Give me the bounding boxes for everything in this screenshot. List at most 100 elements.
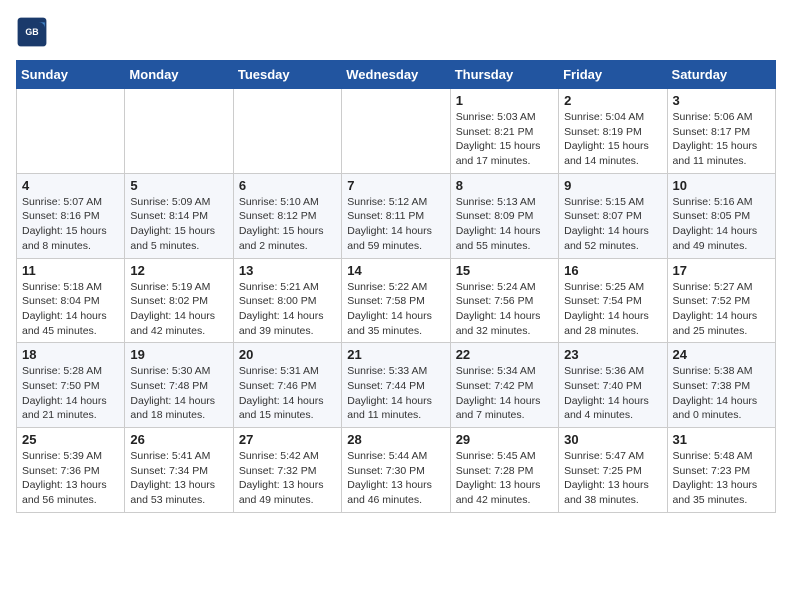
- day-info: Sunrise: 5:34 AM Sunset: 7:42 PM Dayligh…: [456, 364, 553, 423]
- weekday-header: Saturday: [667, 61, 775, 89]
- calendar-cell: 23 Sunrise: 5:36 AM Sunset: 7:40 PM Dayli…: [559, 343, 667, 428]
- day-info: Sunrise: 5:30 AM Sunset: 7:48 PM Dayligh…: [130, 364, 227, 423]
- calendar-cell: [17, 89, 125, 174]
- day-number: 24: [673, 347, 770, 362]
- day-info: Sunrise: 5:16 AM Sunset: 8:05 PM Dayligh…: [673, 195, 770, 254]
- day-number: 10: [673, 178, 770, 193]
- calendar-cell: 8 Sunrise: 5:13 AM Sunset: 8:09 PM Daylig…: [450, 173, 558, 258]
- day-info: Sunrise: 5:21 AM Sunset: 8:00 PM Dayligh…: [239, 280, 336, 339]
- day-number: 23: [564, 347, 661, 362]
- day-number: 6: [239, 178, 336, 193]
- calendar-cell: 2 Sunrise: 5:04 AM Sunset: 8:19 PM Daylig…: [559, 89, 667, 174]
- logo-icon: GB: [16, 16, 48, 48]
- day-info: Sunrise: 5:44 AM Sunset: 7:30 PM Dayligh…: [347, 449, 444, 508]
- day-number: 26: [130, 432, 227, 447]
- day-info: Sunrise: 5:19 AM Sunset: 8:02 PM Dayligh…: [130, 280, 227, 339]
- day-number: 30: [564, 432, 661, 447]
- day-info: Sunrise: 5:06 AM Sunset: 8:17 PM Dayligh…: [673, 110, 770, 169]
- day-number: 2: [564, 93, 661, 108]
- weekday-header: Sunday: [17, 61, 125, 89]
- calendar-cell: 27 Sunrise: 5:42 AM Sunset: 7:32 PM Dayli…: [233, 428, 341, 513]
- weekday-header: Thursday: [450, 61, 558, 89]
- calendar-cell: 12 Sunrise: 5:19 AM Sunset: 8:02 PM Dayli…: [125, 258, 233, 343]
- day-info: Sunrise: 5:48 AM Sunset: 7:23 PM Dayligh…: [673, 449, 770, 508]
- day-info: Sunrise: 5:45 AM Sunset: 7:28 PM Dayligh…: [456, 449, 553, 508]
- calendar-cell: 15 Sunrise: 5:24 AM Sunset: 7:56 PM Dayli…: [450, 258, 558, 343]
- calendar-cell: 13 Sunrise: 5:21 AM Sunset: 8:00 PM Dayli…: [233, 258, 341, 343]
- calendar-cell: 19 Sunrise: 5:30 AM Sunset: 7:48 PM Dayli…: [125, 343, 233, 428]
- calendar-cell: 9Sunrise: 5:15 AM Sunset: 8:07 PM Daylig…: [559, 173, 667, 258]
- day-info: Sunrise: 5:33 AM Sunset: 7:44 PM Dayligh…: [347, 364, 444, 423]
- day-number: 5: [130, 178, 227, 193]
- calendar-cell: 7 Sunrise: 5:12 AM Sunset: 8:11 PM Daylig…: [342, 173, 450, 258]
- calendar-cell: [342, 89, 450, 174]
- calendar-cell: 28 Sunrise: 5:44 AM Sunset: 7:30 PM Dayli…: [342, 428, 450, 513]
- weekday-header: Wednesday: [342, 61, 450, 89]
- day-info: Sunrise: 5:13 AM Sunset: 8:09 PM Dayligh…: [456, 195, 553, 254]
- day-info: Sunrise: 5:12 AM Sunset: 8:11 PM Dayligh…: [347, 195, 444, 254]
- calendar-cell: 20 Sunrise: 5:31 AM Sunset: 7:46 PM Dayli…: [233, 343, 341, 428]
- day-info: Sunrise: 5:28 AM Sunset: 7:50 PM Dayligh…: [22, 364, 119, 423]
- day-info: Sunrise: 5:38 AM Sunset: 7:38 PM Dayligh…: [673, 364, 770, 423]
- svg-text:GB: GB: [25, 27, 38, 37]
- day-number: 18: [22, 347, 119, 362]
- calendar-cell: 25 Sunrise: 5:39 AM Sunset: 7:36 PM Dayli…: [17, 428, 125, 513]
- day-info: Sunrise: 5:25 AM Sunset: 7:54 PM Dayligh…: [564, 280, 661, 339]
- logo: GB: [16, 16, 52, 48]
- calendar-cell: 17Sunrise: 5:27 AM Sunset: 7:52 PM Dayli…: [667, 258, 775, 343]
- day-number: 16: [564, 263, 661, 278]
- day-info: Sunrise: 5:41 AM Sunset: 7:34 PM Dayligh…: [130, 449, 227, 508]
- day-number: 28: [347, 432, 444, 447]
- calendar-cell: 22 Sunrise: 5:34 AM Sunset: 7:42 PM Dayli…: [450, 343, 558, 428]
- day-info: Sunrise: 5:07 AM Sunset: 8:16 PM Dayligh…: [22, 195, 119, 254]
- day-info: Sunrise: 5:04 AM Sunset: 8:19 PM Dayligh…: [564, 110, 661, 169]
- calendar-cell: 29 Sunrise: 5:45 AM Sunset: 7:28 PM Dayli…: [450, 428, 558, 513]
- calendar-cell: 24 Sunrise: 5:38 AM Sunset: 7:38 PM Dayli…: [667, 343, 775, 428]
- day-info: Sunrise: 5:42 AM Sunset: 7:32 PM Dayligh…: [239, 449, 336, 508]
- day-info: Sunrise: 5:10 AM Sunset: 8:12 PM Dayligh…: [239, 195, 336, 254]
- day-info: Sunrise: 5:47 AM Sunset: 7:25 PM Dayligh…: [564, 449, 661, 508]
- day-number: 7: [347, 178, 444, 193]
- calendar-header: SundayMondayTuesdayWednesdayThursdayFrid…: [17, 61, 776, 89]
- day-number: 8: [456, 178, 553, 193]
- day-number: 20: [239, 347, 336, 362]
- calendar-cell: [125, 89, 233, 174]
- day-number: 14: [347, 263, 444, 278]
- day-number: 3: [673, 93, 770, 108]
- day-number: 21: [347, 347, 444, 362]
- calendar-cell: 26 Sunrise: 5:41 AM Sunset: 7:34 PM Dayli…: [125, 428, 233, 513]
- day-info: Sunrise: 5:22 AM Sunset: 7:58 PM Dayligh…: [347, 280, 444, 339]
- weekday-header: Tuesday: [233, 61, 341, 89]
- calendar-cell: 6 Sunrise: 5:10 AM Sunset: 8:12 PM Daylig…: [233, 173, 341, 258]
- weekday-header: Friday: [559, 61, 667, 89]
- day-number: 15: [456, 263, 553, 278]
- calendar-cell: 5 Sunrise: 5:09 AM Sunset: 8:14 PM Daylig…: [125, 173, 233, 258]
- day-number: 22: [456, 347, 553, 362]
- day-info: Sunrise: 5:39 AM Sunset: 7:36 PM Dayligh…: [22, 449, 119, 508]
- weekday-header: Monday: [125, 61, 233, 89]
- calendar-table: SundayMondayTuesdayWednesdayThursdayFrid…: [16, 60, 776, 513]
- day-info: Sunrise: 5:24 AM Sunset: 7:56 PM Dayligh…: [456, 280, 553, 339]
- day-number: 31: [673, 432, 770, 447]
- calendar-cell: 11Sunrise: 5:18 AM Sunset: 8:04 PM Dayli…: [17, 258, 125, 343]
- calendar-cell: 31 Sunrise: 5:48 AM Sunset: 7:23 PM Dayli…: [667, 428, 775, 513]
- day-number: 4: [22, 178, 119, 193]
- calendar-cell: [233, 89, 341, 174]
- calendar-cell: 4 Sunrise: 5:07 AM Sunset: 8:16 PM Daylig…: [17, 173, 125, 258]
- day-info: Sunrise: 5:36 AM Sunset: 7:40 PM Dayligh…: [564, 364, 661, 423]
- day-info: Sunrise: 5:09 AM Sunset: 8:14 PM Dayligh…: [130, 195, 227, 254]
- page-header: GB: [16, 16, 776, 48]
- day-number: 19: [130, 347, 227, 362]
- day-number: 1: [456, 93, 553, 108]
- day-number: 12: [130, 263, 227, 278]
- day-number: 27: [239, 432, 336, 447]
- calendar-cell: 10 Sunrise: 5:16 AM Sunset: 8:05 PM Dayli…: [667, 173, 775, 258]
- day-number: 29: [456, 432, 553, 447]
- day-number: 9: [564, 178, 661, 193]
- calendar-cell: 16 Sunrise: 5:25 AM Sunset: 7:54 PM Dayli…: [559, 258, 667, 343]
- day-info: Sunrise: 5:03 AM Sunset: 8:21 PM Dayligh…: [456, 110, 553, 169]
- day-number: 13: [239, 263, 336, 278]
- day-number: 25: [22, 432, 119, 447]
- day-info: Sunrise: 5:31 AM Sunset: 7:46 PM Dayligh…: [239, 364, 336, 423]
- calendar-cell: 1 Sunrise: 5:03 AM Sunset: 8:21 PM Daylig…: [450, 89, 558, 174]
